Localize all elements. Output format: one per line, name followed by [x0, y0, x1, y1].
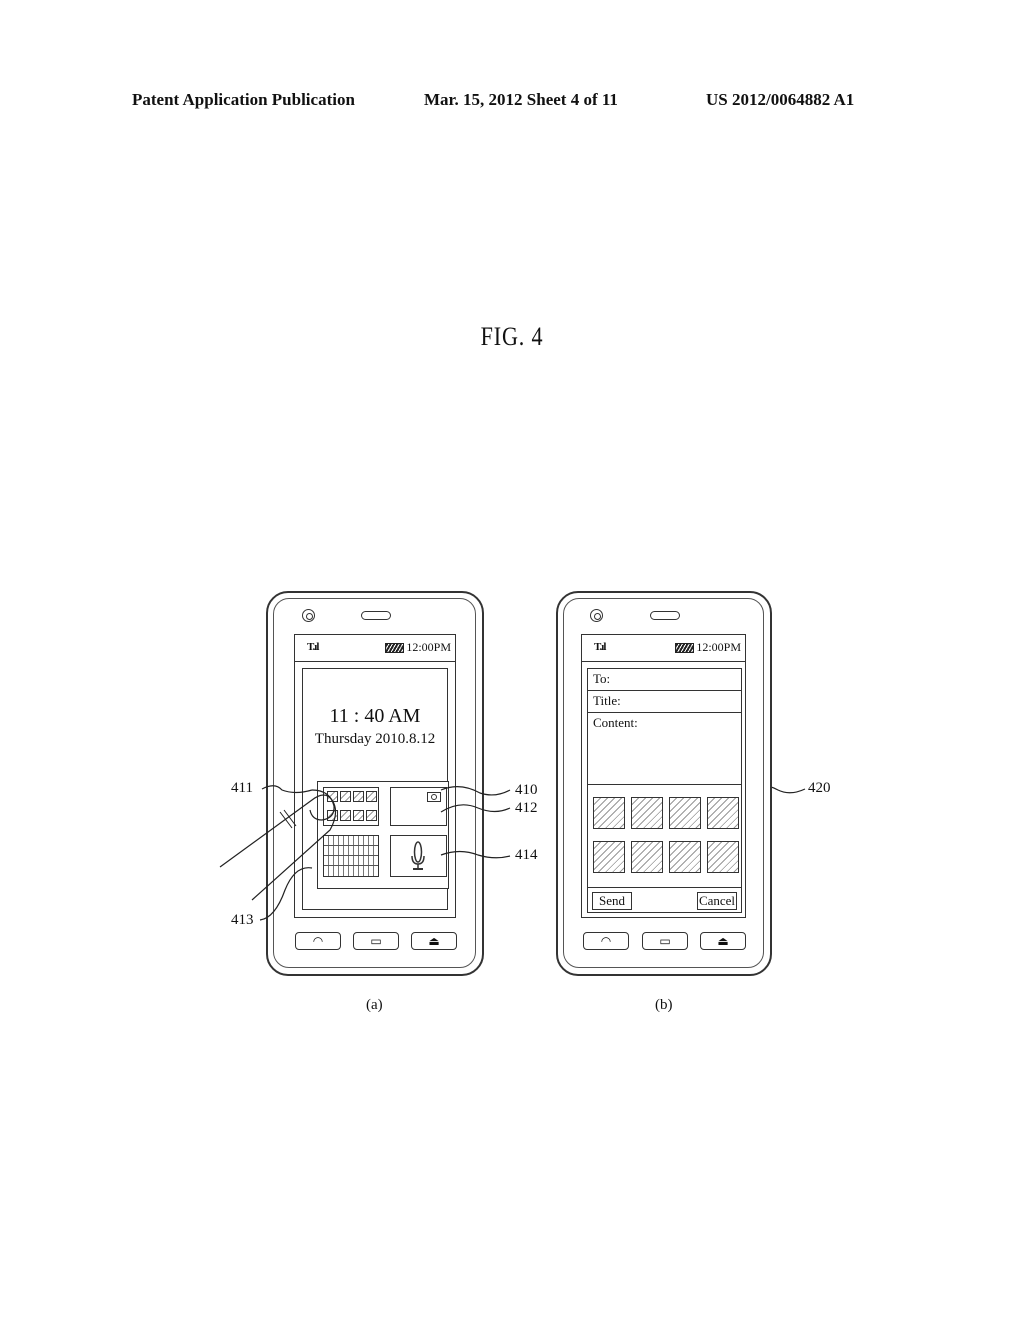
call-button[interactable]: ◠: [583, 932, 629, 950]
battery-icon: [675, 643, 695, 654]
speaker-icon: [650, 611, 680, 620]
caption-a: (a): [366, 997, 383, 1013]
title-field[interactable]: Title:: [588, 691, 741, 713]
status-right: 12:00PM: [675, 640, 741, 655]
call-icon: ◠: [600, 933, 612, 948]
annotation-lines-a: [219, 784, 806, 921]
front-camera-icon: [590, 609, 603, 622]
attachment-panel: [588, 785, 741, 888]
status-bar: T.ıl 12:00PM: [582, 635, 745, 662]
screen-b: T.ıl 12:00PM To: Title: Content: Send Ca…: [581, 634, 746, 918]
to-label: To:: [593, 671, 611, 686]
attachment-item[interactable]: [593, 841, 625, 873]
menu-icon: ▭: [659, 933, 671, 948]
leader-412: [440, 804, 511, 813]
title-label: Title:: [593, 693, 621, 708]
attachment-item[interactable]: [593, 797, 625, 829]
ref-411: 411: [231, 780, 253, 796]
ref-413: 413: [231, 912, 254, 928]
menu-button[interactable]: ▭: [642, 932, 688, 950]
end-call-icon: ⏏: [717, 933, 729, 948]
attachment-item[interactable]: [707, 797, 739, 829]
signal-icon: T.ıl: [594, 641, 606, 653]
finger-outline: [219, 794, 337, 901]
ref-412: 412: [515, 800, 538, 816]
attachment-item[interactable]: [669, 797, 701, 829]
content-label: Content:: [593, 715, 638, 730]
ref-410: 410: [515, 782, 538, 798]
end-call-button[interactable]: ⏏: [700, 932, 746, 950]
content-field[interactable]: Content:: [588, 713, 741, 785]
attachment-item[interactable]: [707, 841, 739, 873]
cancel-button[interactable]: Cancel: [697, 892, 737, 910]
leader-413: [259, 867, 313, 921]
leader-410: [440, 786, 511, 796]
compose-screen: To: Title: Content: Send Cancel: [587, 668, 742, 913]
to-field[interactable]: To:: [588, 669, 741, 691]
attachment-item[interactable]: [669, 841, 701, 873]
caption-b: (b): [655, 997, 673, 1013]
send-button[interactable]: Send: [592, 892, 632, 910]
leader-411: [261, 785, 313, 794]
attachment-item[interactable]: [631, 841, 663, 873]
attachment-item[interactable]: [631, 797, 663, 829]
phone-b: T.ıl 12:00PM To: Title: Content: Send Ca…: [556, 591, 772, 976]
status-time: 12:00PM: [696, 640, 741, 654]
motion-mark: [279, 811, 293, 829]
ref-420: 420: [808, 780, 831, 796]
ref-414: 414: [515, 847, 538, 863]
leader-414: [440, 850, 511, 859]
